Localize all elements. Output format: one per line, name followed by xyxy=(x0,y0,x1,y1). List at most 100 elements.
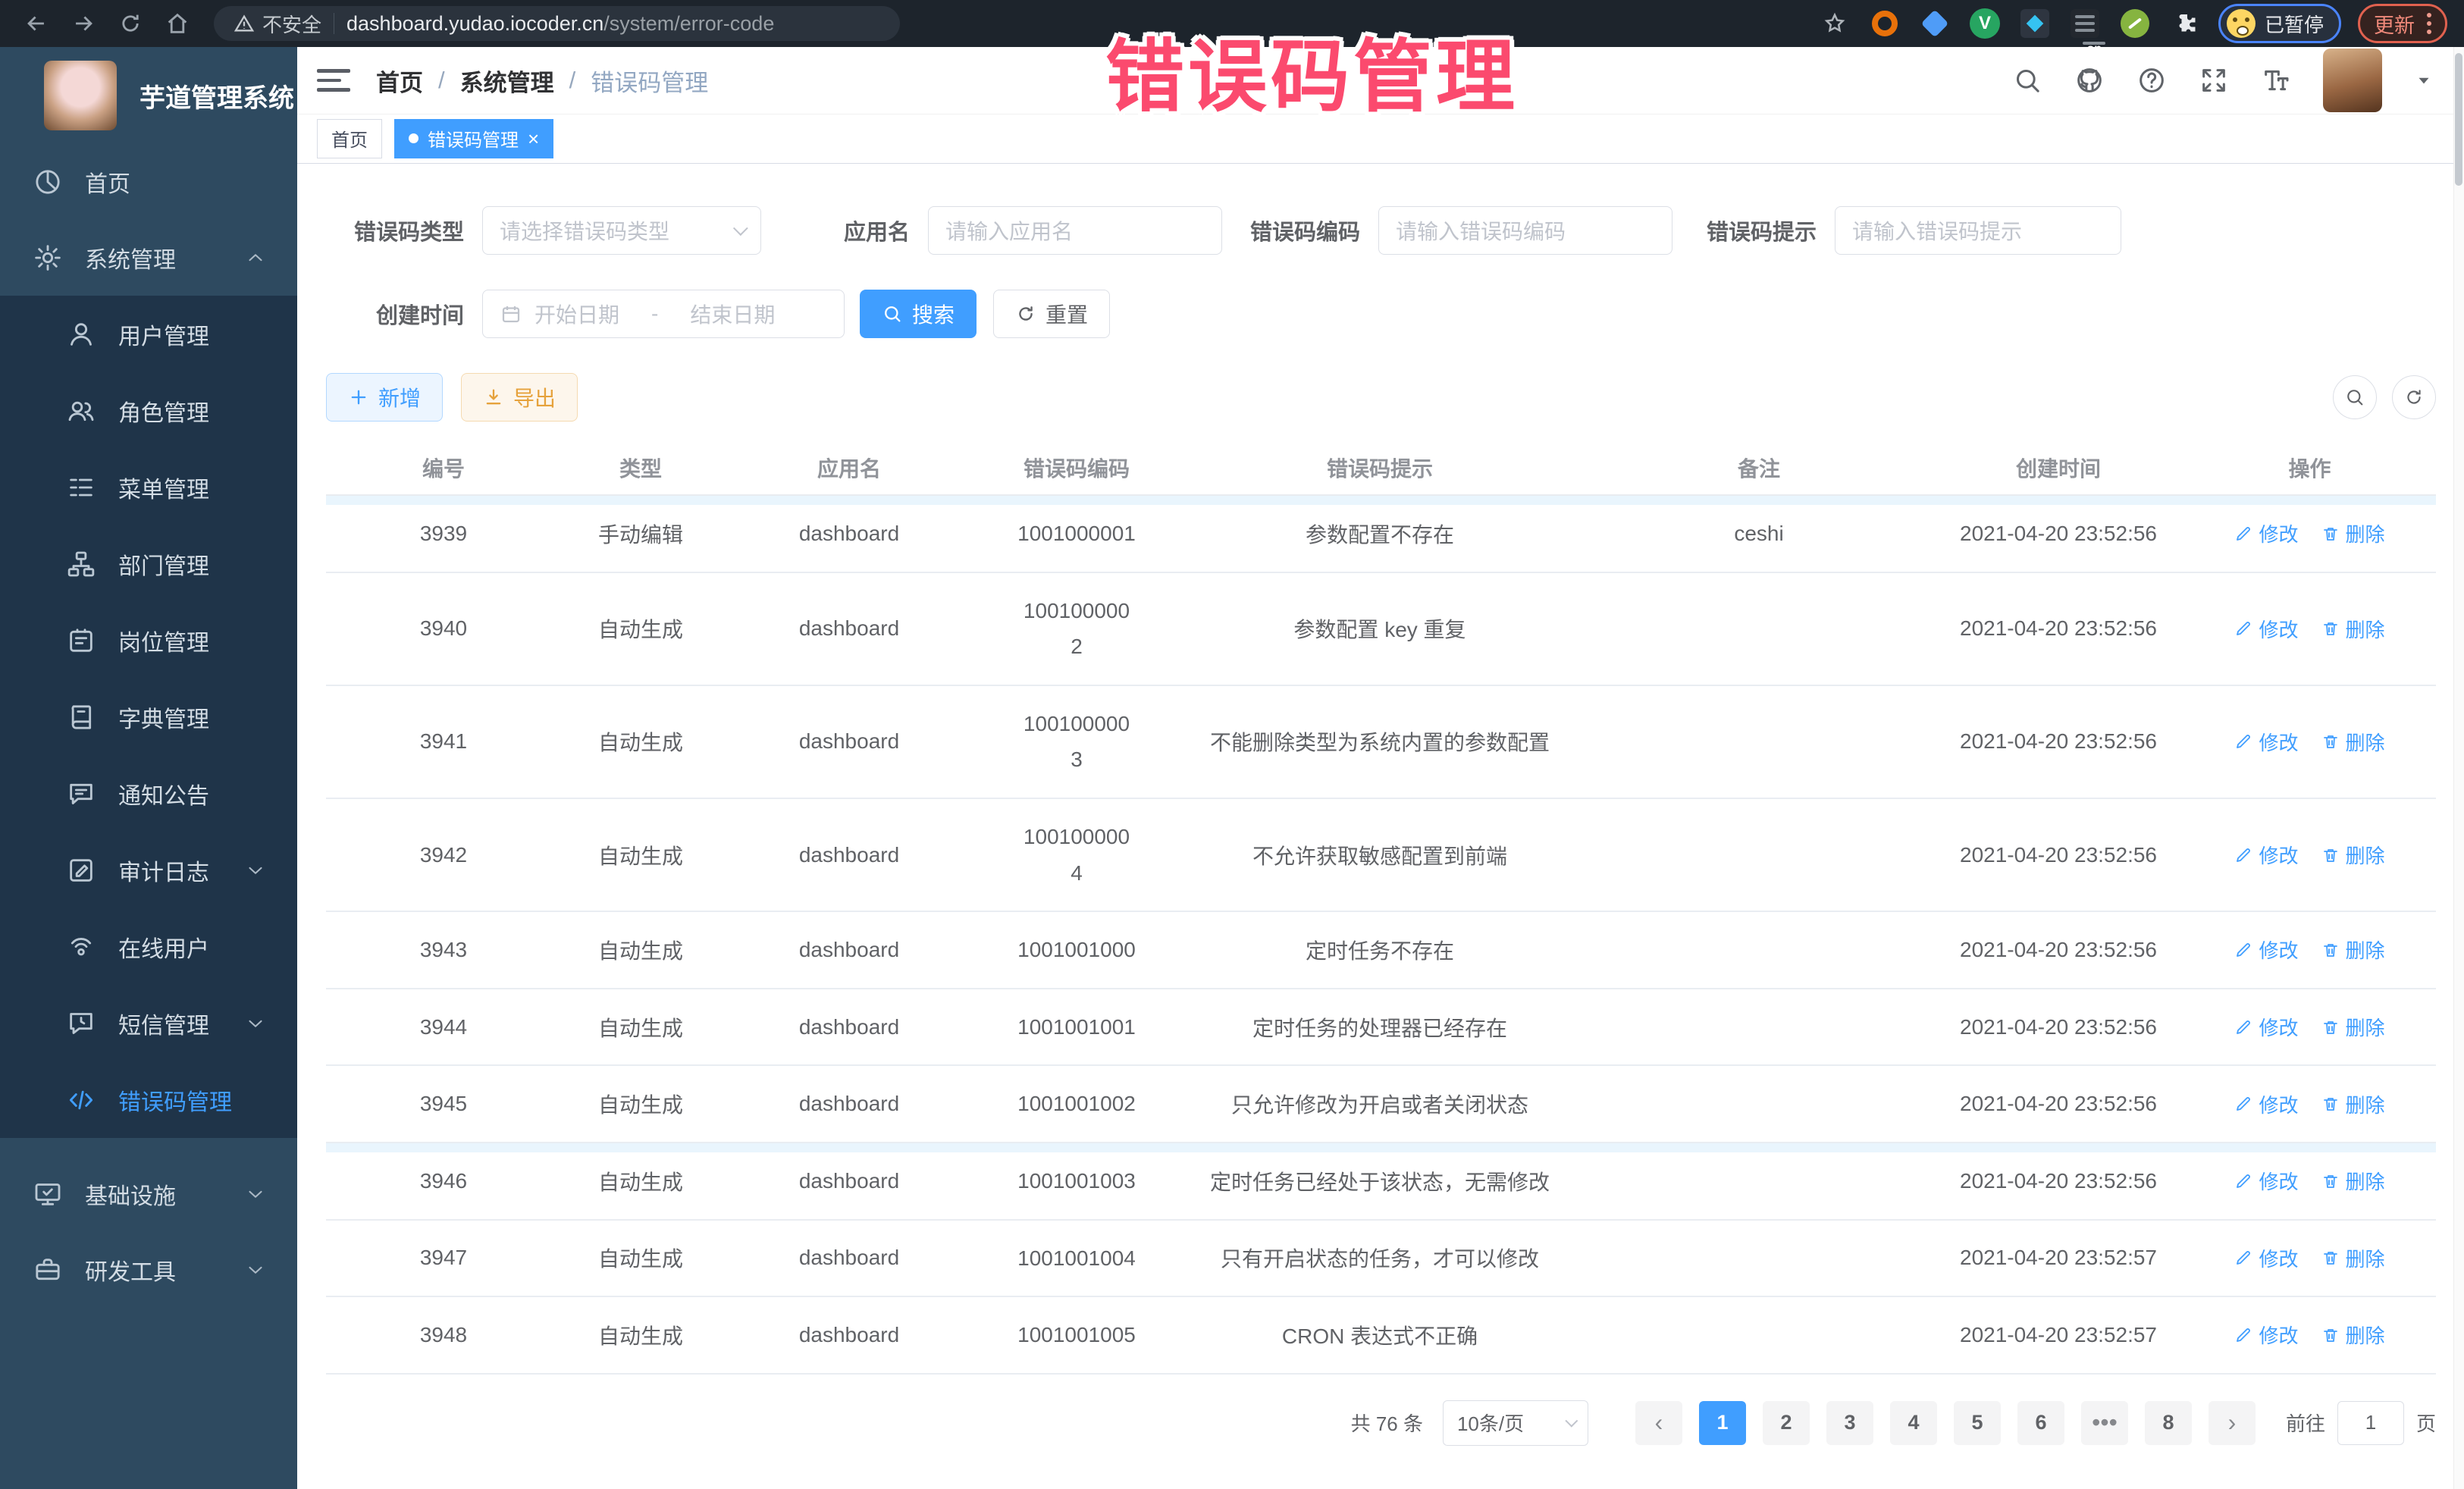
github-icon[interactable] xyxy=(2074,65,2105,96)
extension-icon-orange-ring[interactable] xyxy=(1868,7,1901,40)
hamburger-icon[interactable] xyxy=(317,65,350,96)
kebab-menu-icon[interactable] xyxy=(2427,13,2431,34)
sidebar-item-2[interactable]: 用户管理 xyxy=(0,296,297,372)
sidebar-item-14[interactable]: 研发工具 xyxy=(0,1232,297,1308)
add-button[interactable]: 新增 xyxy=(326,373,443,422)
extension-icon-blue-gem[interactable] xyxy=(1918,7,1951,40)
sidebar-item-3[interactable]: 角色管理 xyxy=(0,372,297,449)
fullscreen-icon[interactable] xyxy=(2199,65,2229,96)
edit-link[interactable]: 修改 xyxy=(2234,1321,2298,1349)
header-search-icon[interactable] xyxy=(2012,65,2042,96)
export-button[interactable]: 导出 xyxy=(461,373,578,422)
breadcrumb-system[interactable]: 系统管理 xyxy=(460,64,554,98)
table-row-3941[interactable]: 3941自动生成dashboard100100000 3不能删除类型为系统内置的… xyxy=(326,686,2436,799)
filter-type-select[interactable]: 请选择错误码类型 xyxy=(482,206,761,255)
sidebar-item-10[interactable]: 在线用户 xyxy=(0,908,297,985)
sidebar-item-12-active[interactable]: 错误码管理 xyxy=(0,1061,297,1138)
sidebar-item-9[interactable]: 审计日志 xyxy=(0,832,297,908)
delete-link[interactable]: 删除 xyxy=(2321,1244,2385,1272)
delete-link[interactable]: 删除 xyxy=(2321,1167,2385,1195)
delete-link[interactable]: 删除 xyxy=(2321,1090,2385,1118)
sidebar-item-6[interactable]: 岗位管理 xyxy=(0,602,297,679)
page-button-6[interactable]: 6 xyxy=(2017,1401,2064,1445)
extension-icon-tiles[interactable] xyxy=(2018,7,2052,40)
tag-home[interactable]: 首页 xyxy=(317,119,382,158)
delete-link[interactable]: 删除 xyxy=(2321,519,2385,547)
edit-link[interactable]: 修改 xyxy=(2234,1013,2298,1041)
edit-link[interactable]: 修改 xyxy=(2234,1167,2298,1195)
edit-link[interactable]: 修改 xyxy=(2234,728,2298,756)
sidebar-item-4[interactable]: 菜单管理 xyxy=(0,449,297,525)
page-ellipsis[interactable]: ••• xyxy=(2081,1401,2128,1445)
table-row-3943[interactable]: 3943自动生成dashboard1001001000定时任务不存在2021-0… xyxy=(326,912,2436,989)
browser-profile-chip[interactable]: 已暂停 xyxy=(2218,4,2341,43)
delete-link[interactable]: 删除 xyxy=(2321,841,2385,869)
delete-link[interactable]: 删除 xyxy=(2321,728,2385,756)
prev-page-button[interactable]: ‹ xyxy=(1635,1401,1682,1445)
reset-button[interactable]: 重置 xyxy=(993,290,1110,338)
browser-update-button[interactable]: 更新 xyxy=(2358,4,2447,43)
sidebar-item-8[interactable]: 通知公告 xyxy=(0,755,297,832)
sidebar-item-0[interactable]: 首页 xyxy=(0,144,297,220)
edit-link[interactable]: 修改 xyxy=(2234,519,2298,547)
bookmark-star-icon[interactable] xyxy=(1818,7,1851,40)
delete-link[interactable]: 删除 xyxy=(2321,936,2385,964)
table-row-3948[interactable]: 3948自动生成dashboard1001001005CRON 表达式不正确20… xyxy=(326,1297,2436,1375)
table-row-3940[interactable]: 3940自动生成dashboard100100000 2参数配置 key 重复2… xyxy=(326,573,2436,686)
page-button-8[interactable]: 8 xyxy=(2145,1401,2192,1445)
tag-close-icon[interactable]: × xyxy=(528,129,539,149)
font-size-icon[interactable] xyxy=(2261,65,2291,96)
sidebar-item-5[interactable]: 部门管理 xyxy=(0,525,297,602)
browser-back-icon[interactable] xyxy=(17,4,56,43)
avatar-caret-down-icon[interactable] xyxy=(2414,71,2434,90)
search-button[interactable]: 搜索 xyxy=(860,290,977,338)
filter-date-range-picker[interactable]: 开始日期 - 结束日期 xyxy=(482,290,845,338)
table-row-3947[interactable]: 3947自动生成dashboard1001001004只有开启状态的任务，才可以… xyxy=(326,1221,2436,1298)
edit-link[interactable]: 修改 xyxy=(2234,1090,2298,1118)
next-page-button[interactable]: › xyxy=(2209,1401,2256,1445)
page-button-1[interactable]: 1 xyxy=(1699,1401,1746,1445)
breadcrumb-home[interactable]: 首页 xyxy=(376,64,423,98)
sidebar-item-11[interactable]: 短信管理 xyxy=(0,985,297,1061)
browser-reload-icon[interactable] xyxy=(111,4,150,43)
page-button-4[interactable]: 4 xyxy=(1890,1401,1937,1445)
filter-hint-input[interactable]: 请输入错误码提示 xyxy=(1835,206,2121,255)
table-row-3942[interactable]: 3942自动生成dashboard100100000 4不允许获取敏感配置到前端… xyxy=(326,799,2436,912)
filter-code-input[interactable]: 请输入错误码编码 xyxy=(1378,206,1672,255)
user-avatar[interactable] xyxy=(2323,49,2382,112)
edit-link[interactable]: 修改 xyxy=(2234,1244,2298,1272)
sidebar-item-7[interactable]: 字典管理 xyxy=(0,679,297,755)
tag-error-code-active[interactable]: 错误码管理 × xyxy=(394,119,553,158)
delete-link[interactable]: 删除 xyxy=(2321,1321,2385,1349)
page-button-2[interactable]: 2 xyxy=(1763,1401,1810,1445)
table-row-3939[interactable]: 3939手动编辑dashboard1001000001参数配置不存在ceshi2… xyxy=(326,496,2436,573)
browser-home-icon[interactable] xyxy=(158,4,197,43)
browser-forward-icon[interactable] xyxy=(64,4,103,43)
extension-icon-green-key[interactable] xyxy=(2118,7,2152,40)
table-row-3945[interactable]: 3945自动生成dashboard1001001002只允许修改为开启或者关闭状… xyxy=(326,1066,2436,1143)
extensions-puzzle-icon[interactable] xyxy=(2168,7,2202,40)
filter-app-input[interactable]: 请输入应用名 xyxy=(928,206,1222,255)
page-size-select[interactable]: 10条/页 xyxy=(1443,1400,1588,1446)
edit-link[interactable]: 修改 xyxy=(2234,841,2298,869)
page-button-5[interactable]: 5 xyxy=(1954,1401,2001,1445)
extension-icon-tampermonkey[interactable]: on xyxy=(2068,7,2102,40)
address-bar[interactable]: 不安全 dashboard.yudao.iocoder.cn/system/er… xyxy=(214,6,900,41)
table-row-3946[interactable]: 3946自动生成dashboard1001001003定时任务已经处于该状态，无… xyxy=(326,1143,2436,1221)
goto-page-input[interactable] xyxy=(2337,1401,2404,1445)
table-row-3944[interactable]: 3944自动生成dashboard1001001001定时任务的处理器已经存在2… xyxy=(326,989,2436,1067)
sidebar-item-1[interactable]: 系统管理 xyxy=(0,220,297,296)
sidebar-item-13[interactable]: 基础设施 xyxy=(0,1156,297,1232)
help-icon[interactable] xyxy=(2136,65,2167,96)
edit-link[interactable]: 修改 xyxy=(2234,615,2298,643)
delete-link[interactable]: 删除 xyxy=(2321,1013,2385,1041)
not-secure-warning[interactable]: 不安全 xyxy=(234,10,321,38)
scrollbar[interactable] xyxy=(2453,47,2464,1489)
page-button-3[interactable]: 3 xyxy=(1826,1401,1873,1445)
toggle-search-button[interactable] xyxy=(2333,375,2377,419)
extension-icon-green-v[interactable]: V xyxy=(1968,7,2002,40)
scrollbar-thumb[interactable] xyxy=(2455,53,2462,186)
app-logo-row[interactable]: 芋道管理系统 xyxy=(0,47,297,144)
edit-link[interactable]: 修改 xyxy=(2234,936,2298,964)
refresh-table-button[interactable] xyxy=(2392,375,2436,419)
